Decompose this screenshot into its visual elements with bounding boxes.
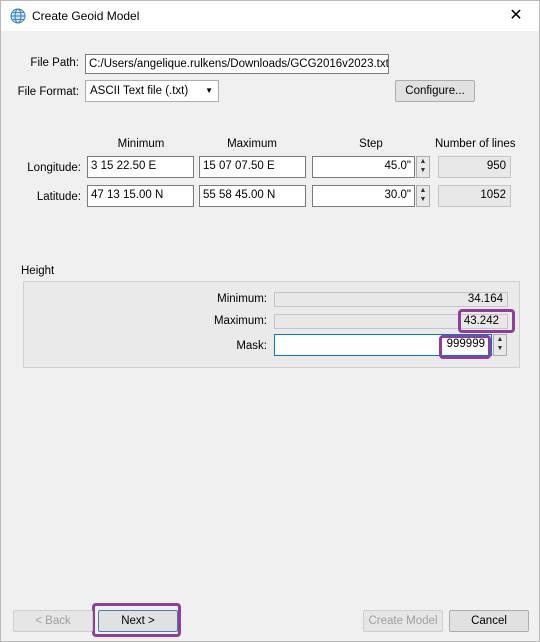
maximum-highlight-box bbox=[458, 309, 515, 333]
next-button[interactable]: Next > bbox=[98, 610, 178, 632]
file-path-label: File Path: bbox=[30, 57, 79, 69]
file-format-select[interactable]: ASCII Text file (.txt) ▼ bbox=[85, 80, 219, 102]
height-minimum-label: Minimum: bbox=[217, 293, 267, 305]
header-minimum: Minimum bbox=[117, 138, 165, 150]
spin-down-icon[interactable]: ▼ bbox=[417, 195, 429, 204]
latitude-max-field[interactable]: 55 58 45.00 N bbox=[199, 185, 306, 207]
header-step: Step bbox=[359, 138, 383, 150]
window-title: Create Geoid Model bbox=[32, 9, 140, 23]
latitude-lines-value: 1052 bbox=[438, 185, 511, 207]
longitude-lines-value: 950 bbox=[438, 156, 511, 178]
spin-up-icon[interactable]: ▲ bbox=[417, 157, 429, 166]
configure-button[interactable]: Configure... bbox=[395, 80, 475, 102]
longitude-max-field[interactable]: 15 07 07.50 E bbox=[199, 156, 306, 178]
title-bar: Create Geoid Model ✕ bbox=[1, 1, 539, 31]
close-icon[interactable]: ✕ bbox=[493, 1, 539, 31]
latitude-label: Latitude: bbox=[36, 191, 81, 203]
spin-up-icon[interactable]: ▲ bbox=[417, 186, 429, 195]
spin-down-icon[interactable]: ▼ bbox=[494, 344, 506, 353]
header-maximum: Maximum bbox=[227, 138, 277, 150]
header-number-of-lines: Number of lines bbox=[435, 138, 516, 150]
mask-label: Mask: bbox=[236, 340, 267, 352]
back-button[interactable]: < Back bbox=[13, 610, 93, 632]
file-format-label: File Format: bbox=[17, 86, 79, 98]
mask-spinner[interactable]: ▲ ▼ bbox=[493, 334, 507, 356]
longitude-label: Longitude: bbox=[27, 162, 81, 174]
longitude-step-field[interactable]: 45.0" bbox=[312, 156, 415, 178]
file-path-field[interactable]: C:/Users/angelique.rulkens/Downloads/GCG… bbox=[85, 54, 389, 74]
create-geoid-model-dialog: Create Geoid Model ✕ File Path: C:/Users… bbox=[0, 0, 540, 642]
file-format-value: ASCII Text file (.txt) bbox=[90, 85, 189, 97]
height-minimum-value: 34.164 bbox=[274, 292, 508, 307]
create-model-button[interactable]: Create Model bbox=[363, 610, 443, 632]
height-maximum-label: Maximum: bbox=[213, 315, 267, 327]
chevron-down-icon: ▼ bbox=[205, 86, 213, 95]
latitude-step-spinner[interactable]: ▲ ▼ bbox=[416, 185, 430, 207]
spin-up-icon[interactable]: ▲ bbox=[494, 335, 506, 344]
latitude-step-field[interactable]: 30.0" bbox=[312, 185, 415, 207]
latitude-min-field[interactable]: 47 13 15.00 N bbox=[87, 185, 194, 207]
longitude-step-spinner[interactable]: ▲ ▼ bbox=[416, 156, 430, 178]
spin-down-icon[interactable]: ▼ bbox=[417, 166, 429, 175]
globe-icon bbox=[10, 8, 26, 24]
cancel-button[interactable]: Cancel bbox=[449, 610, 529, 632]
mask-highlight-box bbox=[439, 335, 491, 359]
height-section-label: Height bbox=[21, 265, 55, 277]
longitude-min-field[interactable]: 3 15 22.50 E bbox=[87, 156, 194, 178]
